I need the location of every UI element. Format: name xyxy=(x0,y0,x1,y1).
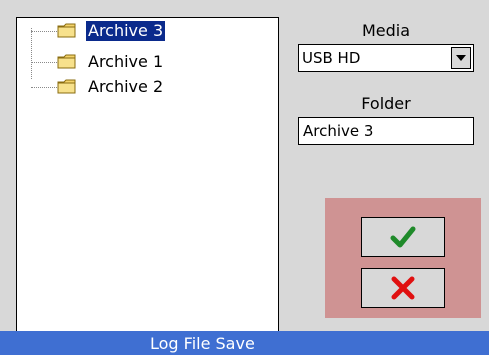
tree-connector xyxy=(31,87,57,88)
dropdown-arrow-button[interactable] xyxy=(451,47,471,69)
folder-label: Folder xyxy=(361,94,411,113)
folder-field[interactable] xyxy=(298,117,474,145)
folder-tree[interactable]: Archive 3 Archive 1 Archive 2 xyxy=(16,17,279,337)
tree-item-label: Archive 3 xyxy=(84,20,167,42)
tree-item-label: Archive 2 xyxy=(88,77,164,96)
tree-connector-line xyxy=(31,28,32,79)
folder-icon xyxy=(57,23,76,38)
media-dropdown[interactable]: USB HD xyxy=(298,44,474,72)
media-selected-value: USB HD xyxy=(302,49,361,67)
folder-input[interactable] xyxy=(301,120,473,142)
media-label: Media xyxy=(361,21,411,40)
tree-item-label: Archive 1 xyxy=(88,52,164,71)
cancel-button[interactable] xyxy=(361,268,445,308)
status-bar: Log File Save xyxy=(0,331,489,355)
chevron-down-icon xyxy=(456,55,466,61)
action-panel xyxy=(325,198,481,318)
folder-icon xyxy=(57,54,76,69)
checkmark-icon xyxy=(390,226,416,248)
close-icon xyxy=(391,276,415,300)
status-bar-title: Log File Save xyxy=(150,334,255,353)
folder-icon xyxy=(57,79,76,94)
tree-connector xyxy=(31,31,57,32)
confirm-button[interactable] xyxy=(361,217,445,257)
tree-connector xyxy=(31,62,57,63)
